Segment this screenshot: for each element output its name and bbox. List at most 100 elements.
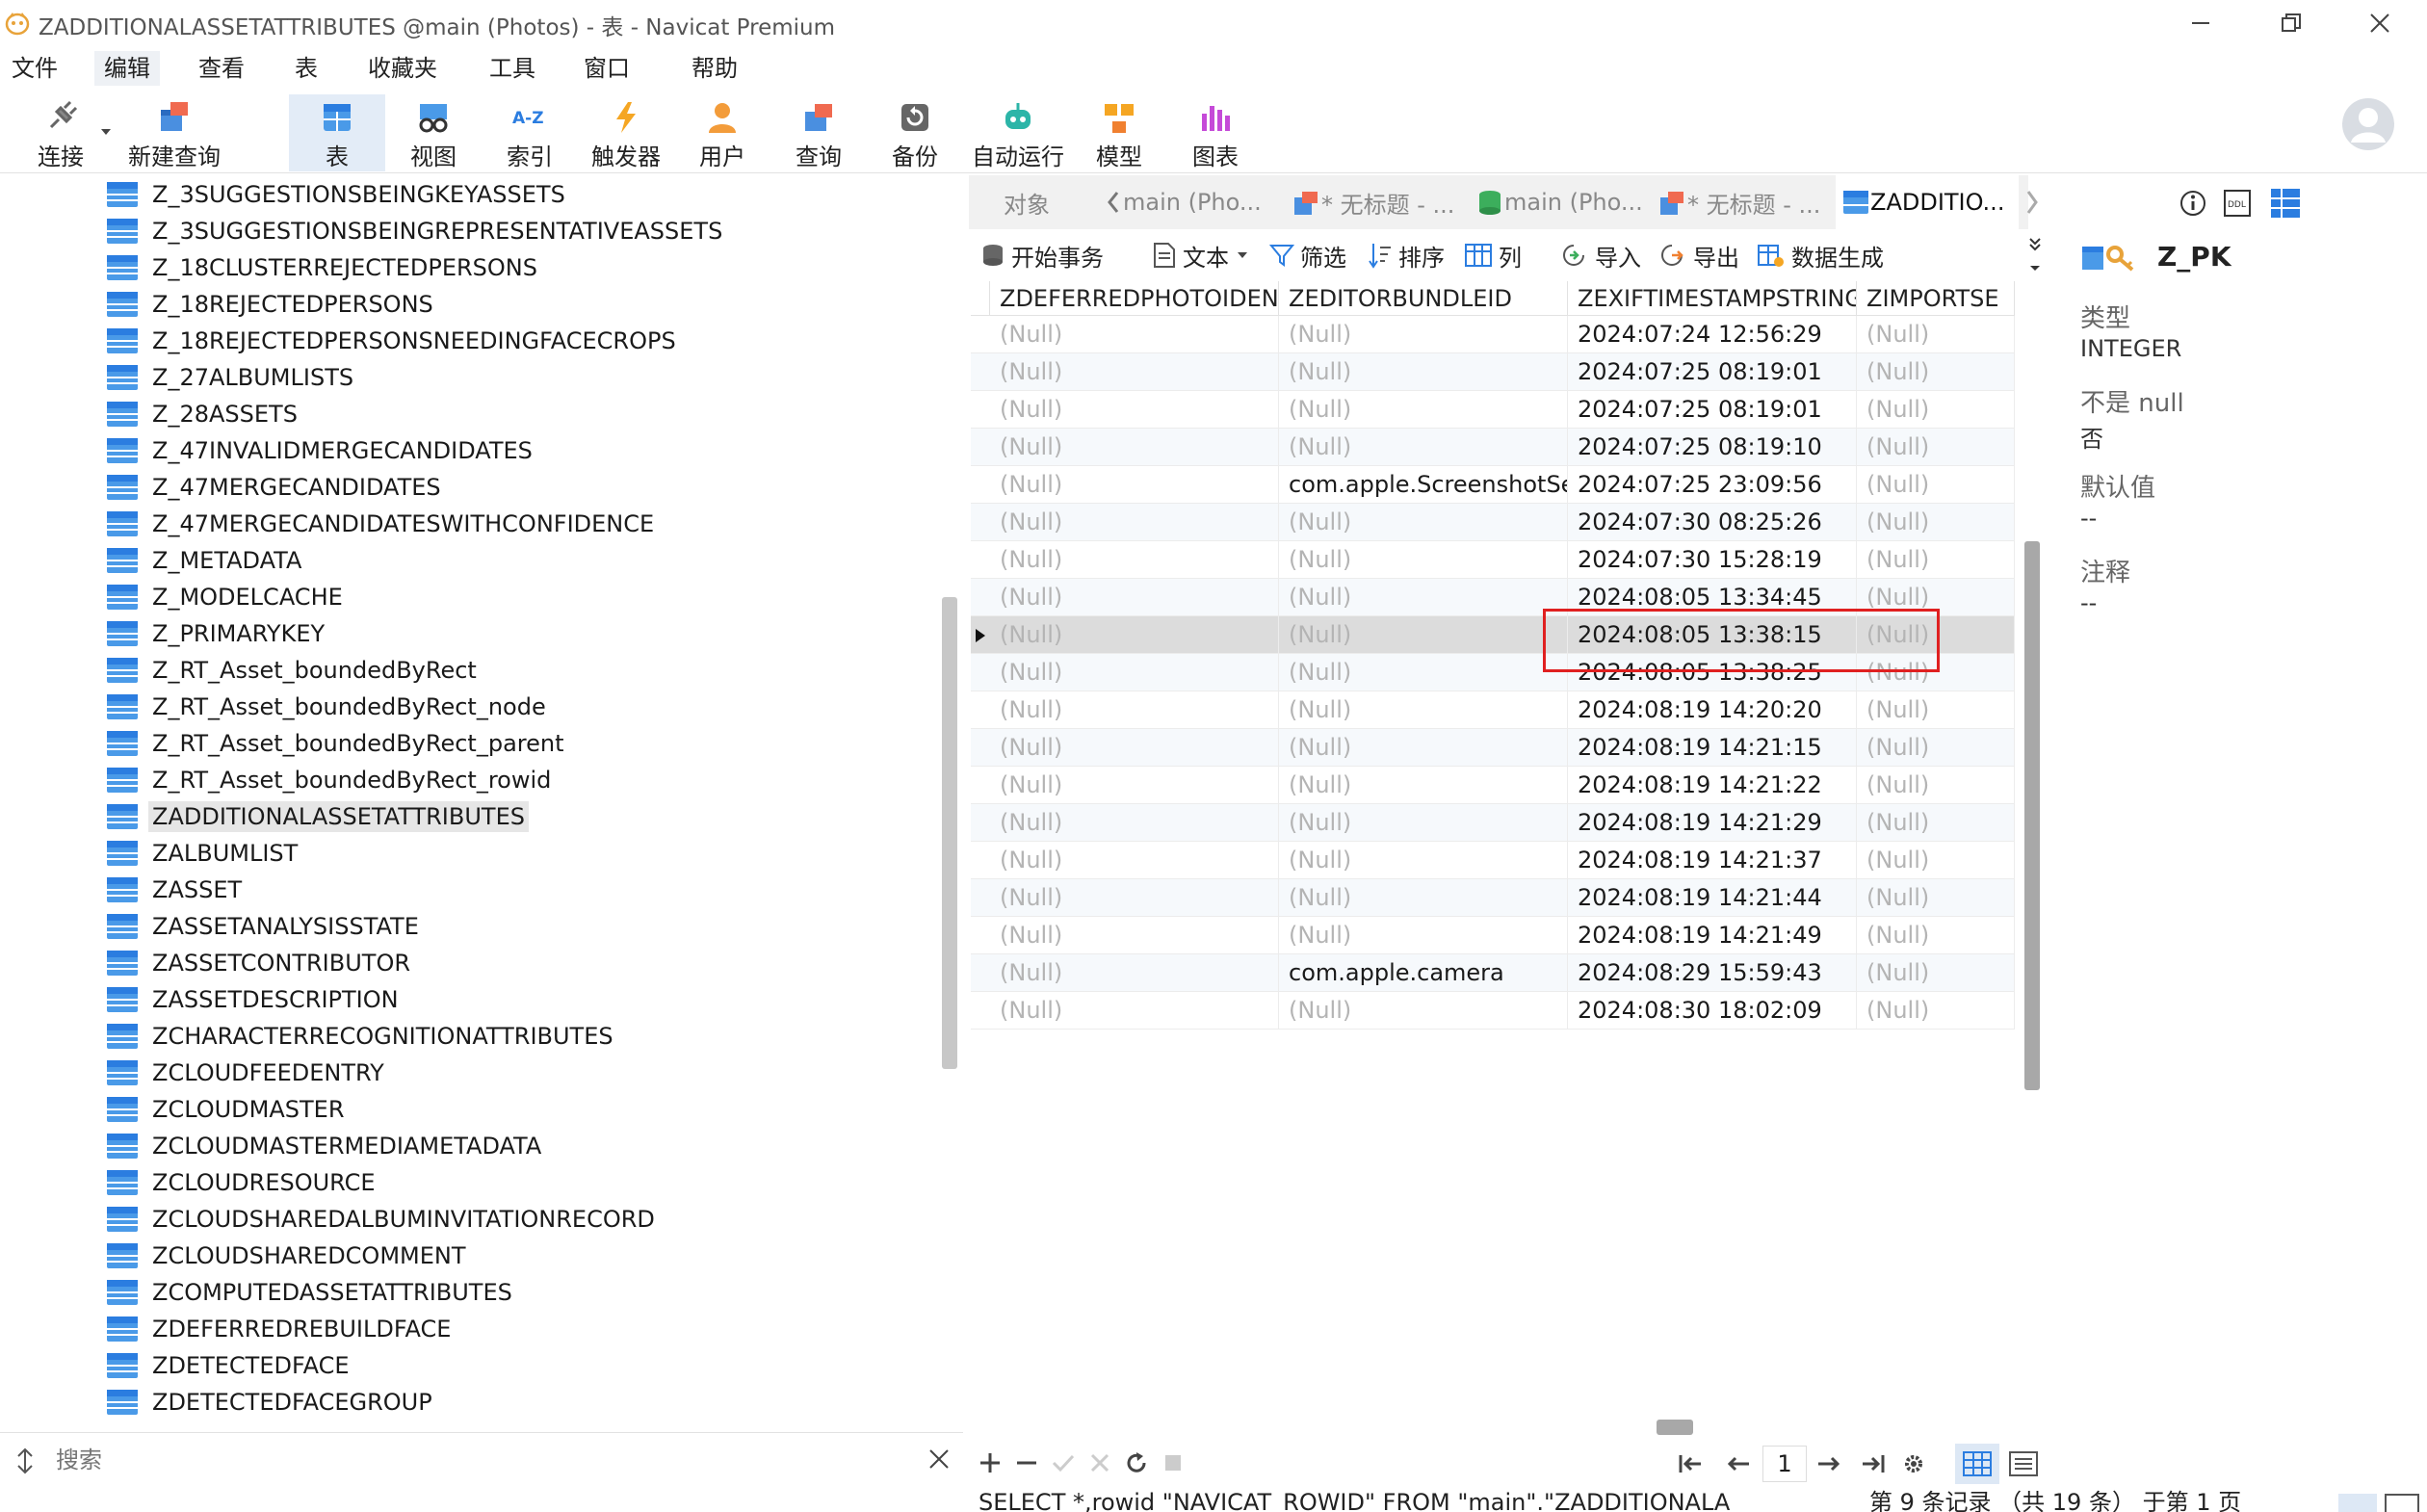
menu-window[interactable]: 窗口 (574, 51, 639, 86)
tree-item-table[interactable]: ZASSETCONTRIBUTOR (106, 945, 414, 981)
table-cell[interactable]: 2024:08:19 14:20:20 (1568, 691, 1857, 729)
table-row[interactable]: (Null) (Null) 2024:07:30 15:28:19 (Null) (971, 541, 2015, 579)
menu-tools[interactable]: 工具 (480, 51, 545, 86)
table-cell[interactable]: (Null) (990, 654, 1279, 691)
tree-item-table[interactable]: ZDETECTEDFACEGROUP (106, 1384, 436, 1421)
table-cell[interactable]: (Null) (990, 879, 1279, 917)
last-page-icon[interactable] (1861, 1453, 1886, 1474)
info-icon[interactable] (2179, 189, 2207, 218)
column-header-zexiftimestampstring[interactable]: ZEXIFTIMESTAMPSTRING (1568, 281, 1857, 316)
tree-item-table[interactable]: Z_18REJECTEDPERSONS (106, 286, 437, 323)
tab-untitled-2[interactable]: * 无标题 - ... (1653, 175, 1836, 229)
table-cell[interactable]: (Null) (990, 579, 1279, 616)
tab-main-query-1[interactable]: main (Pho... (1104, 175, 1287, 229)
table-cell[interactable]: (Null) (1279, 391, 1568, 429)
menu-favorites[interactable]: 收藏夹 (358, 51, 447, 86)
table-cell[interactable]: (Null) (1279, 729, 1568, 767)
table-cell[interactable]: (Null) (1279, 691, 1568, 729)
table-cell[interactable]: (Null) (1279, 579, 1568, 616)
table-cell[interactable]: (Null) (1857, 804, 2015, 842)
table-cell[interactable]: 2024:08:30 18:02:09 (1568, 992, 1857, 1030)
table-cell[interactable]: 2024:07:30 15:28:19 (1568, 541, 1857, 579)
tree-item-table[interactable]: ZALBUMLIST (106, 835, 301, 872)
table-cell[interactable]: (Null) (990, 541, 1279, 579)
tree-item-table[interactable]: Z_47MERGECANDIDATESWITHCONFIDENCE (106, 506, 658, 542)
tree-item-table[interactable]: ZCLOUDSHAREDCOMMENT (106, 1238, 470, 1274)
trigger-button[interactable]: 触发器 (578, 94, 674, 171)
tree-item-table[interactable]: ZCOMPUTEDASSETATTRIBUTES (106, 1274, 516, 1311)
tree-item-table[interactable]: ZDETECTEDFACE (106, 1347, 353, 1384)
table-cell[interactable]: (Null) (1857, 353, 2015, 391)
column-header-zeditorbundleid[interactable]: ZEDITORBUNDLEID (1279, 281, 1568, 316)
table-cell[interactable]: (Null) (1279, 992, 1568, 1030)
data-generation-button[interactable]: 数据生成 (1757, 237, 1884, 274)
toolbar-overflow-icon[interactable] (2028, 235, 2042, 274)
model-button[interactable]: 模型 (1071, 94, 1167, 171)
table-cell[interactable]: (Null) (1857, 504, 2015, 541)
table-cell[interactable]: com.apple.ScreenshotSe (1279, 466, 1568, 504)
table-row[interactable]: (Null) com.apple.ScreenshotSe 2024:07:25 2… (971, 466, 2015, 504)
table-cell[interactable]: (Null) (1857, 316, 2015, 353)
table-cell[interactable]: (Null) (990, 954, 1279, 992)
tab-objects[interactable]: 对象 (969, 175, 1084, 229)
tree-item-table[interactable]: ZADDITIONALASSETATTRIBUTES (106, 798, 529, 835)
table-cell[interactable]: (Null) (990, 316, 1279, 353)
chevron-right-icon[interactable] (2022, 189, 2042, 216)
new-query-button[interactable]: 新建查询 (121, 94, 227, 171)
table-row[interactable]: (Null) com.apple.camera 2024:08:29 15:59:4… (971, 954, 2015, 992)
connect-button[interactable]: 连接 (19, 94, 102, 171)
table-row[interactable]: (Null) (Null) 2024:07:25 08:19:10 (Null) (971, 429, 2015, 466)
tree-item-table[interactable]: ZCLOUDMASTER (106, 1091, 349, 1128)
table-row[interactable]: (Null) (Null) 2024:08:19 14:21:22 (Null) (971, 767, 2015, 804)
search-input[interactable] (56, 1441, 884, 1479)
menu-file[interactable]: 文件 (2, 51, 67, 86)
table-cell[interactable]: (Null) (1279, 541, 1568, 579)
table-row[interactable]: (Null) (Null) 2024:07:30 08:25:26 (Null) (971, 504, 2015, 541)
tree-item-table[interactable]: Z_METADATA (106, 542, 305, 579)
table-cell[interactable]: com.apple.camera (1279, 954, 1568, 992)
table-cell[interactable]: 2024:08:19 14:21:15 (1568, 729, 1857, 767)
table-cell[interactable]: (Null) (1857, 541, 2015, 579)
table-cell[interactable]: (Null) (990, 804, 1279, 842)
table-row[interactable]: (Null) (Null) 2024:07:25 08:19:01 (Null) (971, 391, 2015, 429)
avatar[interactable] (2340, 96, 2396, 152)
table-cell[interactable]: (Null) (1857, 917, 2015, 954)
table-cell[interactable]: (Null) (990, 353, 1279, 391)
sort-button[interactable]: 排序 (1368, 237, 1445, 274)
chart-button[interactable]: 图表 (1167, 94, 1264, 171)
tree-item-table[interactable]: ZCLOUDFEEDENTRY (106, 1055, 388, 1091)
tree-item-table[interactable]: Z_47MERGECANDIDATES (106, 469, 445, 506)
table-cell[interactable]: (Null) (1279, 917, 1568, 954)
autorun-button[interactable]: 自动运行 (965, 94, 1071, 171)
tree-item-table[interactable]: ZCHARACTERRECOGNITIONATTRIBUTES (106, 1018, 617, 1055)
query-button[interactable]: 查询 (770, 94, 867, 171)
table-cell[interactable]: (Null) (1857, 992, 2015, 1030)
table-cell[interactable]: (Null) (990, 767, 1279, 804)
table-cell[interactable]: 2024:08:19 14:21:22 (1568, 767, 1857, 804)
table-cell[interactable]: (Null) (1279, 842, 1568, 879)
table-row[interactable]: (Null) (Null) 2024:07:24 12:56:29 (Null) (971, 316, 2015, 353)
table-row[interactable]: (Null) (Null) 2024:08:30 18:02:09 (Null) (971, 992, 2015, 1030)
tree-item-table[interactable]: Z_RT_Asset_boundedByRect_node (106, 689, 550, 725)
tree-item-table[interactable]: Z_PRIMARYKEY (106, 615, 328, 652)
table-cell[interactable]: 2024:08:19 14:21:49 (1568, 917, 1857, 954)
tree-item-table[interactable]: Z_47INVALIDMERGECANDIDATES (106, 432, 536, 469)
minimize-button[interactable] (2157, 0, 2244, 46)
tree-item-table[interactable]: Z_RT_Asset_boundedByRect_rowid (106, 762, 555, 798)
tab-main-query-2[interactable]: main (Pho... (1470, 175, 1653, 229)
tree-item-table[interactable]: Z_18REJECTEDPERSONSNEEDINGFACECROPS (106, 323, 680, 359)
menu-view[interactable]: 查看 (189, 51, 254, 86)
table-cell[interactable]: (Null) (1279, 353, 1568, 391)
table-cell[interactable]: (Null) (1279, 767, 1568, 804)
table-cell[interactable]: (Null) (1857, 879, 2015, 917)
tree-item-table[interactable]: Z_3SUGGESTIONSBEINGKEYASSETS (106, 176, 569, 213)
tree-item-table[interactable]: Z_RT_Asset_boundedByRect (106, 652, 481, 689)
tree-item-table[interactable]: ZCLOUDRESOURCE (106, 1164, 379, 1201)
export-button[interactable]: 导出 (1658, 237, 1739, 274)
table-cell[interactable]: (Null) (990, 429, 1279, 466)
table-cell[interactable]: (Null) (990, 466, 1279, 504)
begin-transaction-button[interactable]: 开始事务 (980, 237, 1104, 274)
ddl-icon[interactable]: DDL (2223, 189, 2252, 218)
add-record-icon[interactable] (979, 1451, 1002, 1474)
table-cell[interactable]: (Null) (1857, 391, 2015, 429)
